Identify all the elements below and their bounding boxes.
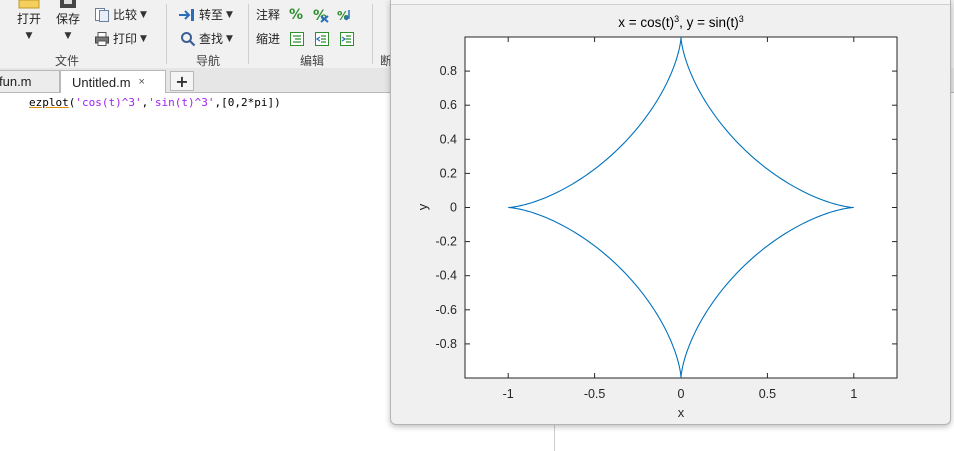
svg-text:%: % [337, 9, 349, 23]
x-tick-label: -0.5 [584, 387, 606, 401]
y-tick-label: -0.6 [435, 303, 457, 317]
tab-fun-m[interactable]: fun.m [0, 70, 60, 92]
uncomment-icon[interactable]: % [312, 7, 330, 23]
chart-title-superscript: 3 [739, 14, 744, 24]
figure-canvas[interactable]: x = cos(t)3, y = sin(t)3 -1 -0.5 0 0.5 1-0.8… [391, 0, 952, 425]
chevron-down-icon[interactable]: ▼ [226, 10, 233, 20]
navigate-section-label: 导航 [195, 54, 220, 68]
find-label: 查找 [199, 32, 224, 46]
goto-button[interactable]: 转至 ▼ [178, 6, 233, 23]
compare-button[interactable]: 比较 ▼ [94, 6, 147, 23]
floppy-disk-icon [60, 0, 76, 8]
section-divider [166, 4, 167, 64]
x-tick-label: 0.5 [759, 387, 776, 401]
figure-window[interactable]: x = cos(t)3, y = sin(t)3 -1 -0.5 0 0.5 1 -0.8… [390, 0, 951, 425]
increase-indent-icon[interactable] [339, 31, 355, 47]
goto-arrow-icon [179, 8, 194, 21]
code-function: ezplot [29, 96, 69, 109]
tab-untitled-m[interactable]: Untitled.m × [60, 70, 166, 93]
y-tick-label: 0.2 [440, 166, 457, 180]
x-axis-label: x [678, 405, 685, 420]
chart-title: x = cos(t)3, y = sin(t)3 [618, 14, 744, 30]
y-tick-label: 0.8 [440, 64, 457, 78]
axes-box [464, 36, 898, 379]
y-tick-label: -0.4 [435, 269, 457, 283]
y-tick-label: 0.6 [440, 98, 457, 112]
tab-label: Untitled.m [72, 74, 131, 90]
code-line[interactable]: ezplot('cos(t)^3','sin(t)^3',[0,2*pi]) [29, 96, 281, 109]
search-icon [181, 31, 196, 46]
chevron-down-icon[interactable]: ▼ [26, 31, 33, 41]
file-section-label: 文件 [54, 54, 79, 68]
chart-title-part: , y = sin(t) [679, 15, 739, 30]
chevron-down-icon[interactable]: ▼ [65, 31, 72, 41]
compare-icon [95, 7, 109, 22]
wrap-comment-icon[interactable]: % [337, 7, 355, 23]
chevron-down-icon[interactable]: ▼ [226, 34, 233, 44]
code-string: 'sin(t)^3' [148, 96, 215, 109]
tab-label: fun.m [0, 74, 32, 89]
save-label: 保存 [55, 12, 80, 26]
printer-icon [95, 31, 109, 46]
save-button[interactable]: 保存 ▼ [52, 0, 84, 41]
close-icon[interactable]: × [139, 76, 145, 88]
open-label: 打开 [16, 12, 41, 26]
print-button[interactable]: 打印 ▼ [94, 30, 147, 47]
comment-percent-button[interactable]: % [289, 7, 303, 23]
decrease-indent-icon[interactable] [314, 31, 330, 47]
print-label: 打印 [113, 32, 138, 46]
code-args: ,[0,2*pi]) [214, 96, 281, 109]
chevron-down-icon[interactable]: ▼ [140, 10, 147, 20]
section-divider [372, 4, 373, 64]
indent-label: 缩进 [256, 32, 281, 46]
smart-indent-icon[interactable] [289, 31, 305, 47]
find-button[interactable]: 查找 ▼ [180, 30, 233, 47]
chevron-down-icon[interactable]: ▼ [140, 34, 147, 44]
indent-row: 缩进 [256, 30, 355, 47]
y-tick-label: 0.4 [440, 132, 457, 146]
y-tick-label: -0.8 [435, 337, 457, 351]
goto-label: 转至 [199, 8, 224, 22]
x-tick-label: -1 [503, 387, 514, 401]
comment-percent-symbol: % [289, 6, 304, 23]
plus-icon: + [175, 71, 189, 91]
svg-text:%: % [313, 8, 327, 23]
x-tick-label: 1 [850, 387, 857, 401]
breakpoints-section-label: 断 [380, 54, 390, 68]
add-tab-button[interactable]: + [170, 71, 194, 91]
folder-icon [18, 0, 40, 9]
compare-label: 比较 [113, 8, 138, 22]
chart-title-part: x = cos(t) [618, 15, 674, 30]
section-divider [248, 4, 249, 64]
comment-label: 注释 [256, 8, 281, 22]
code-string: 'cos(t)^3' [75, 96, 142, 109]
comment-row: 注释 % % % [256, 6, 355, 23]
y-tick-label: -0.2 [435, 235, 457, 249]
edit-section-label: 编辑 [299, 54, 324, 68]
y-axis-label: y [415, 203, 430, 210]
x-tick-label: 0 [678, 387, 685, 401]
open-button[interactable]: 打开 ▼ [12, 0, 46, 41]
y-tick-label: 0 [450, 201, 457, 215]
